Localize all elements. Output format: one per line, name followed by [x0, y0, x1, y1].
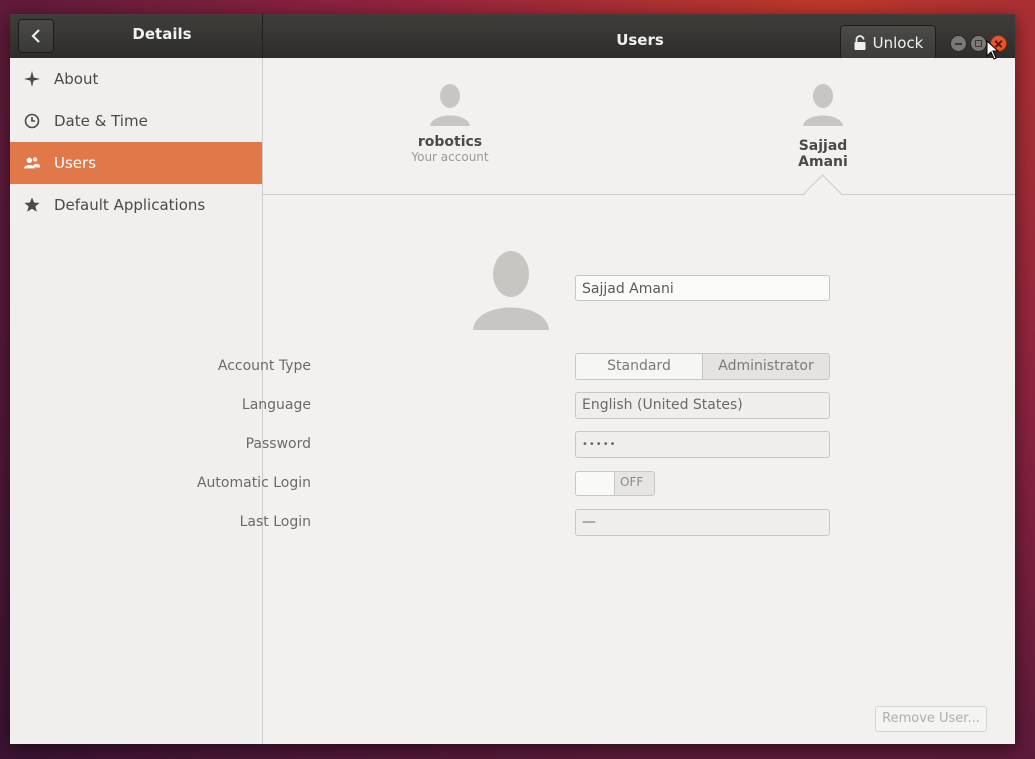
user-card-sajjad-amani[interactable]: Sajjad Amani — [773, 82, 873, 170]
sparkle-icon — [24, 71, 40, 87]
user-avatar-button[interactable] — [473, 248, 549, 334]
account-type-label: Account Type — [217, 358, 311, 374]
users-icon — [24, 155, 40, 171]
sidebar-item-label: About — [54, 70, 99, 88]
star-icon — [24, 197, 40, 213]
minimize-button[interactable] — [950, 35, 967, 52]
full-name-field[interactable]: Sajjad Amani — [575, 275, 830, 301]
user-name: Sajjad Amani — [798, 138, 848, 170]
settings-window: Details Users Unlock About Date & Time U… — [10, 14, 1015, 744]
selection-pointer — [803, 174, 842, 213]
password-label: Password — [245, 436, 311, 452]
unlock-label: Unlock — [872, 33, 924, 52]
mouse-cursor-icon — [986, 40, 1000, 60]
account-type-standard[interactable]: Standard — [576, 354, 703, 379]
avatar-icon — [473, 251, 549, 330]
back-button[interactable] — [18, 19, 54, 53]
users-panel: robotics Your account Sajjad Amani Sajja… — [197, 58, 1015, 744]
remove-user-button[interactable]: Remove User... — [875, 706, 987, 732]
unlock-button[interactable]: Unlock — [840, 25, 936, 60]
sidebar-item-default-applications[interactable]: Default Applications — [10, 184, 262, 226]
sidebar-item-about[interactable]: About — [10, 58, 262, 100]
user-card-robotics[interactable]: robotics Your account — [405, 82, 495, 164]
panel-title: Details — [132, 25, 192, 43]
automatic-login-label: Automatic Login — [196, 475, 311, 491]
automatic-login-toggle[interactable]: OFF — [575, 471, 655, 496]
sidebar-item-users[interactable]: Users — [10, 142, 262, 184]
language-field[interactable]: English (United States) — [575, 392, 830, 419]
user-list: robotics Your account Sajjad Amani — [263, 58, 1015, 213]
toggle-state: OFF — [620, 475, 644, 489]
sidebar-item-label: Users — [54, 154, 97, 172]
user-name: robotics — [417, 134, 483, 150]
toggle-knob — [576, 472, 615, 495]
sidebar: About Date & Time Users Default Applicat… — [10, 58, 263, 744]
avatar-icon — [430, 84, 470, 126]
avatar-icon — [803, 84, 843, 126]
password-field[interactable]: ••••• — [575, 431, 830, 458]
maximize-button[interactable] — [970, 35, 987, 52]
lock-icon — [854, 34, 866, 50]
sidebar-item-label: Date & Time — [54, 112, 148, 130]
titlebar-left: Details — [10, 14, 263, 58]
account-type-switch[interactable]: Standard Administrator — [575, 353, 830, 380]
chevron-left-icon — [31, 29, 40, 43]
user-subtitle: Your account — [411, 150, 489, 164]
last-login-field[interactable]: — — [575, 509, 830, 536]
last-login-label: Last Login — [239, 514, 311, 530]
account-type-administrator[interactable]: Administrator — [703, 354, 829, 379]
window-title: Users — [616, 31, 664, 49]
titlebar: Details Users Unlock — [10, 14, 1015, 60]
sidebar-item-label: Default Applications — [54, 196, 206, 214]
sidebar-item-date-time[interactable]: Date & Time — [10, 100, 262, 142]
clock-icon — [24, 113, 40, 129]
language-label: Language — [241, 397, 311, 413]
